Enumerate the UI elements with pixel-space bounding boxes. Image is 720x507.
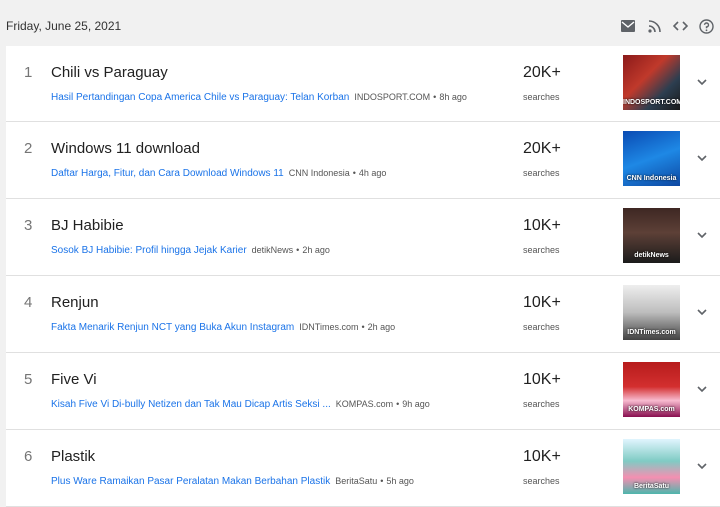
chevron-down-icon[interactable]	[694, 304, 710, 320]
separator-dot: •	[352, 168, 356, 178]
trend-article-link[interactable]: Fakta Menarik Renjun NCT yang Buka Akun …	[51, 322, 294, 333]
trend-thumbnail[interactable]: KOMPAS.com	[623, 362, 680, 417]
trend-thumbnail[interactable]: detikNews	[623, 208, 680, 263]
thumbnail-source-label: KOMPAS.com	[628, 406, 675, 413]
rss-icon[interactable]	[646, 18, 662, 34]
searches-label: searches	[523, 476, 560, 486]
thumbnail-source-label: BeritaSatu	[633, 483, 669, 490]
thumbnail-source-label: CNN Indonesia	[626, 175, 677, 182]
trend-rank: 1	[24, 64, 33, 81]
search-count: 10K+	[523, 217, 561, 234]
separator-dot: •	[433, 92, 437, 102]
trend-source: KOMPAS.com	[335, 399, 394, 409]
separator-dot: •	[361, 322, 365, 332]
thumbnail-source-label: INDOSPORT.COM	[623, 99, 680, 106]
trend-time: 2h ago	[302, 245, 330, 255]
trend-article-line: Hasil Pertandingan Copa America Chile vs…	[51, 92, 467, 103]
trend-article-link[interactable]: Hasil Pertandingan Copa America Chile vs…	[51, 92, 349, 103]
trend-article-link[interactable]: Sosok BJ Habibie: Profil hingga Jejak Ka…	[51, 245, 247, 256]
searches-label: searches	[523, 92, 560, 102]
trend-article-line: Daftar Harga, Fitur, dan Cara Download W…	[51, 168, 386, 179]
trend-thumbnail[interactable]: IDNTimes.com	[623, 285, 680, 340]
thumbnail-source-label: detikNews	[634, 252, 669, 259]
trend-row-6[interactable]: 6 Plastik Plus Ware Ramaikan Pasar Peral…	[6, 430, 720, 507]
separator-dot: •	[380, 476, 384, 486]
separator-dot: •	[396, 399, 400, 409]
trend-row-1[interactable]: 1 Chili vs Paraguay Hasil Pertandingan C…	[6, 46, 720, 122]
trend-article-line: Fakta Menarik Renjun NCT yang Buka Akun …	[51, 322, 395, 333]
trend-row-3[interactable]: 3 BJ Habibie Sosok BJ Habibie: Profil hi…	[6, 199, 720, 276]
trend-title[interactable]: Plastik	[51, 448, 95, 465]
trend-rank: 5	[24, 371, 33, 388]
trend-time: 8h ago	[439, 92, 467, 102]
trend-article-line: Plus Ware Ramaikan Pasar Peralatan Makan…	[51, 476, 414, 487]
trend-thumbnail[interactable]: INDOSPORT.COM	[623, 55, 680, 110]
trend-title[interactable]: Chili vs Paraguay	[51, 64, 168, 81]
trend-source: detikNews	[251, 245, 294, 255]
trend-time: 9h ago	[402, 399, 430, 409]
date-heading: Friday, June 25, 2021	[6, 19, 122, 33]
trend-rank: 3	[24, 217, 33, 234]
separator-dot: •	[296, 245, 300, 255]
trend-title[interactable]: Windows 11 download	[51, 140, 200, 157]
searches-label: searches	[523, 245, 560, 255]
searches-label: searches	[523, 168, 560, 178]
trend-article-line: Sosok BJ Habibie: Profil hingga Jejak Ka…	[51, 245, 330, 256]
trend-source: CNN Indonesia	[288, 168, 350, 178]
searches-label: searches	[523, 399, 560, 409]
trend-time: 2h ago	[367, 322, 396, 332]
trend-row-2[interactable]: 2 Windows 11 download Daftar Harga, Fitu…	[6, 122, 720, 199]
search-count: 10K+	[523, 371, 561, 388]
trend-article-link[interactable]: Daftar Harga, Fitur, dan Cara Download W…	[51, 168, 284, 179]
trend-rank: 6	[24, 448, 33, 465]
header-actions	[620, 18, 714, 34]
chevron-down-icon[interactable]	[694, 458, 710, 474]
trend-article-line: Kisah Five Vi Di-bully Netizen dan Tak M…	[51, 399, 430, 410]
search-count: 20K+	[523, 64, 561, 81]
search-count: 10K+	[523, 294, 561, 311]
chevron-down-icon[interactable]	[694, 227, 710, 243]
trend-rank: 4	[24, 294, 33, 311]
search-count: 20K+	[523, 140, 561, 157]
trend-time: 4h ago	[358, 168, 387, 178]
trend-thumbnail[interactable]: BeritaSatu	[623, 439, 680, 494]
help-icon[interactable]	[698, 18, 714, 34]
trend-article-link[interactable]: Kisah Five Vi Di-bully Netizen dan Tak M…	[51, 399, 331, 410]
trend-row-5[interactable]: 5 Five Vi Kisah Five Vi Di-bully Netizen…	[6, 353, 720, 430]
trend-title[interactable]: BJ Habibie	[51, 217, 124, 234]
chevron-down-icon[interactable]	[694, 150, 710, 166]
trend-article-link[interactable]: Plus Ware Ramaikan Pasar Peralatan Makan…	[51, 476, 330, 487]
trend-rank: 2	[24, 140, 33, 157]
trend-time: 5h ago	[386, 476, 414, 486]
embed-code-icon[interactable]	[672, 18, 688, 34]
trend-title[interactable]: Five Vi	[51, 371, 97, 388]
trend-thumbnail[interactable]: CNN Indonesia	[623, 131, 680, 186]
thumbnail-source-label: IDNTimes.com	[627, 329, 676, 336]
trend-title[interactable]: Renjun	[51, 294, 99, 311]
trend-source: BeritaSatu	[335, 476, 378, 486]
trend-source: INDOSPORT.COM	[354, 92, 431, 102]
chevron-down-icon[interactable]	[694, 381, 710, 397]
chevron-down-icon[interactable]	[694, 74, 710, 90]
trending-list: 1 Chili vs Paraguay Hasil Pertandingan C…	[6, 46, 720, 507]
trend-source: IDNTimes.com	[299, 322, 359, 332]
search-count: 10K+	[523, 448, 561, 465]
searches-label: searches	[523, 322, 560, 332]
trend-row-4[interactable]: 4 Renjun Fakta Menarik Renjun NCT yang B…	[6, 276, 720, 353]
email-icon[interactable]	[620, 18, 636, 34]
page-header: Friday, June 25, 2021	[0, 0, 720, 46]
